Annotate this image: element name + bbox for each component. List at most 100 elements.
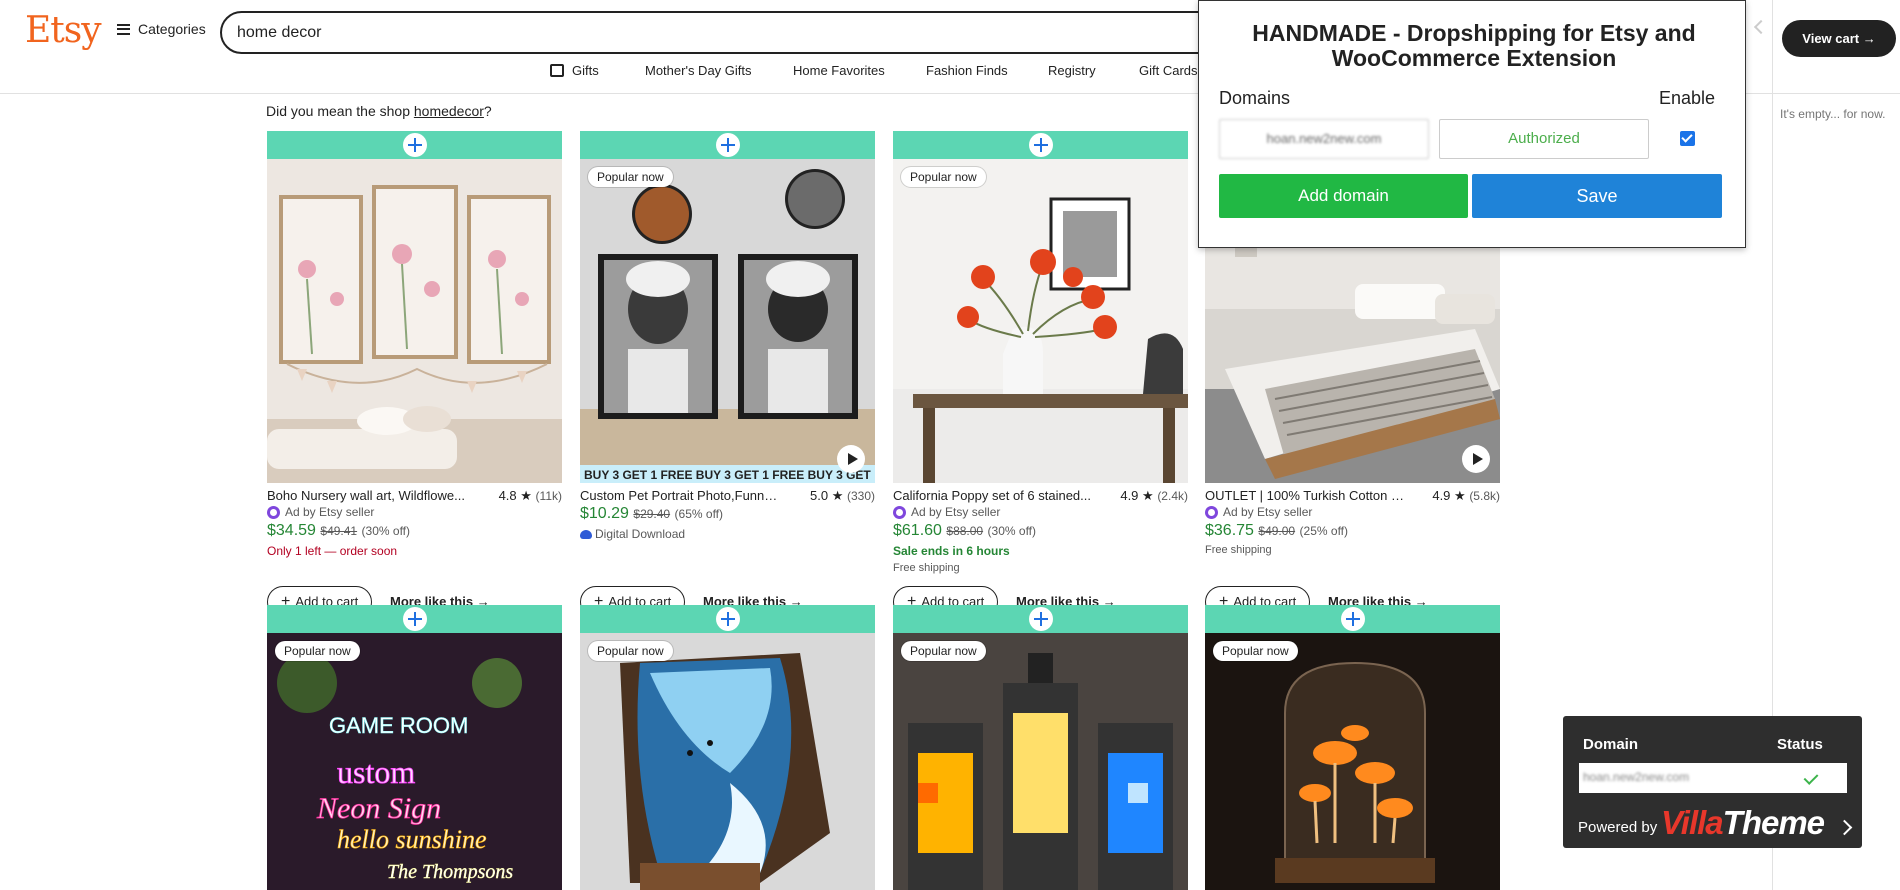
product-title[interactable]: Boho Nursery wall art, Wildflowe... bbox=[267, 488, 467, 503]
domain-status-row: hoan.new2new.com bbox=[1579, 763, 1847, 793]
star-seller-icon bbox=[267, 505, 280, 519]
product-title[interactable]: California Poppy set of 6 stained... bbox=[893, 488, 1093, 503]
powered-by-label: Powered by bbox=[1578, 819, 1658, 836]
promo-strip-text: BUY 3 GET 1 FREE BUY 3 GET 1 FREE BUY 3 … bbox=[584, 468, 871, 482]
product-price: $10.29 $29.40 (65% off) bbox=[580, 505, 724, 522]
plus-icon[interactable] bbox=[716, 133, 740, 157]
shop-suggestion-link[interactable]: homedecor bbox=[414, 103, 484, 119]
product-title[interactable]: OUTLET | 100% Turkish Cotton F... bbox=[1205, 488, 1405, 503]
domain-value: hoan.new2new.com bbox=[1583, 770, 1690, 784]
dropship-bar bbox=[267, 131, 562, 159]
free-shipping-label: Free shipping bbox=[1205, 544, 1272, 556]
gift-icon bbox=[550, 64, 564, 77]
product-price: $61.60 $88.00 (30% off) bbox=[893, 522, 1037, 539]
dropship-bar bbox=[893, 605, 1188, 633]
product-image[interactable] bbox=[267, 159, 562, 483]
stock-notice: Only 1 left — order soon bbox=[267, 544, 398, 558]
product-image[interactable]: BUY 3 GET 1 FREE BUY 3 GET 1 FREE BUY 3 … bbox=[580, 159, 875, 483]
cloud-download-icon bbox=[580, 530, 592, 539]
popup-title: HANDMADE - Dropshipping for Etsy and Woo… bbox=[1252, 20, 1696, 71]
product-card[interactable]: Boho Nursery wall art, Wildflowe... 4.8 … bbox=[267, 131, 562, 631]
nav-item-home-favorites[interactable]: Home Favorites bbox=[793, 63, 885, 78]
dropship-bar bbox=[580, 605, 875, 633]
ad-label: Ad by Etsy seller bbox=[893, 505, 1000, 519]
domains-label: Domains bbox=[1219, 88, 1291, 108]
sale-ends-label: Sale ends in 6 hours bbox=[893, 544, 1010, 558]
product-card[interactable]: Popular now bbox=[893, 605, 1188, 890]
nav-item-gifts[interactable]: Gifts bbox=[572, 63, 599, 78]
plus-icon[interactable] bbox=[1029, 607, 1053, 631]
villatheme-status-panel: Domain Status hoan.new2new.com Powered b… bbox=[1563, 716, 1862, 848]
neon-text-3: Neon Sign bbox=[316, 792, 441, 825]
plus-icon[interactable] bbox=[1341, 607, 1365, 631]
dropship-bar bbox=[1205, 605, 1500, 633]
neon-text-5: The Thompsons bbox=[387, 861, 513, 883]
neon-text-1: GAME ROOM bbox=[329, 713, 468, 738]
enable-checkbox[interactable] bbox=[1680, 131, 1695, 146]
ad-label: Ad by Etsy seller bbox=[267, 505, 374, 519]
product-image[interactable]: Popular now bbox=[893, 633, 1188, 890]
popular-badge: Popular now bbox=[901, 641, 986, 661]
play-icon[interactable] bbox=[1462, 445, 1490, 473]
free-shipping-label: Free shipping bbox=[893, 562, 960, 574]
product-card[interactable]: Popular now bbox=[1205, 605, 1500, 890]
nav-item-mothers-day-gifts[interactable]: Mother's Day Gifts bbox=[645, 63, 752, 78]
popular-badge: Popular now bbox=[275, 641, 360, 661]
dropshipping-extension-popup: HANDMADE - Dropshipping for Etsy and Woo… bbox=[1198, 0, 1746, 248]
domain-input[interactable]: hoan.new2new.com bbox=[1219, 119, 1429, 159]
dropship-bar bbox=[580, 131, 875, 159]
product-card[interactable]: BUY 3 GET 1 FREE BUY 3 GET 1 FREE BUY 3 … bbox=[580, 131, 875, 631]
dropship-bar bbox=[893, 131, 1188, 159]
checkmark-icon bbox=[1803, 770, 1819, 785]
dropship-bar bbox=[267, 605, 562, 633]
plus-icon[interactable] bbox=[403, 133, 427, 157]
product-rating: 4.8 ★ (11k) bbox=[498, 488, 562, 503]
categories-button[interactable]: Categories bbox=[117, 21, 206, 37]
popular-badge: Popular now bbox=[588, 641, 673, 661]
product-rating: 5.0 ★ (330) bbox=[810, 488, 875, 503]
domain-column-header: Domain bbox=[1583, 736, 1639, 753]
digital-download-label: Digital Download bbox=[580, 527, 685, 541]
product-image[interactable]: Popular now bbox=[1205, 633, 1500, 890]
product-image[interactable]: Popular now bbox=[893, 159, 1188, 483]
star-seller-icon bbox=[893, 505, 906, 519]
view-cart-button[interactable]: View cart → bbox=[1782, 20, 1896, 57]
nav-item-fashion-finds[interactable]: Fashion Finds bbox=[926, 63, 1008, 78]
neon-text-4: hello sunshine bbox=[337, 825, 487, 854]
product-image[interactable]: Popular now bbox=[580, 633, 875, 890]
authorization-status: Authorized bbox=[1439, 119, 1649, 159]
nav-item-gift-cards[interactable]: Gift Cards bbox=[1139, 63, 1198, 78]
etsy-logo[interactable]: Etsy bbox=[25, 10, 102, 51]
nav-item-registry[interactable]: Registry bbox=[1048, 63, 1096, 78]
neon-text-2: ustom bbox=[337, 754, 415, 790]
ad-label: Ad by Etsy seller bbox=[1205, 505, 1312, 519]
add-domain-button[interactable]: Add domain bbox=[1219, 174, 1468, 218]
menu-icon bbox=[117, 23, 130, 35]
play-icon[interactable] bbox=[837, 445, 865, 473]
product-card[interactable]: Popular now bbox=[580, 605, 875, 890]
product-image[interactable]: GAME ROOM ustom Neon Sign hello sunshine… bbox=[267, 633, 562, 890]
did-you-mean: Did you mean the shop homedecor? bbox=[266, 103, 492, 119]
popular-badge: Popular now bbox=[901, 167, 986, 187]
product-card[interactable]: GAME ROOM ustom Neon Sign hello sunshine… bbox=[267, 605, 562, 890]
search-input[interactable]: home decor bbox=[220, 11, 1220, 54]
status-column-header: Status bbox=[1777, 736, 1823, 753]
product-rating: 4.9 ★ (2.4k) bbox=[1120, 488, 1188, 503]
product-price: $36.75 $49.00 (25% off) bbox=[1205, 522, 1349, 539]
villatheme-logo[interactable]: VillaTheme bbox=[1661, 804, 1825, 842]
popular-badge: Popular now bbox=[588, 167, 673, 187]
popular-badge: Popular now bbox=[1213, 641, 1298, 661]
plus-icon[interactable] bbox=[403, 607, 427, 631]
plus-icon[interactable] bbox=[716, 607, 740, 631]
product-title[interactable]: Custom Pet Portrait Photo,Funny... bbox=[580, 488, 780, 503]
product-rating: 4.9 ★ (5.8k) bbox=[1432, 488, 1500, 503]
product-card[interactable]: Popular now California Poppy set of 6 st… bbox=[893, 131, 1188, 631]
page: { "header": { "logo": "Etsy", "categorie… bbox=[0, 0, 1900, 890]
save-button[interactable]: Save bbox=[1472, 174, 1722, 218]
product-price: $34.59 $49.41 (30% off) bbox=[267, 522, 411, 539]
star-seller-icon bbox=[1205, 505, 1218, 519]
cart-empty-text: It's empty... for now. bbox=[1780, 107, 1886, 121]
chevron-right-icon[interactable] bbox=[1836, 819, 1853, 836]
enable-label: Enable bbox=[1659, 88, 1716, 108]
plus-icon[interactable] bbox=[1029, 133, 1053, 157]
